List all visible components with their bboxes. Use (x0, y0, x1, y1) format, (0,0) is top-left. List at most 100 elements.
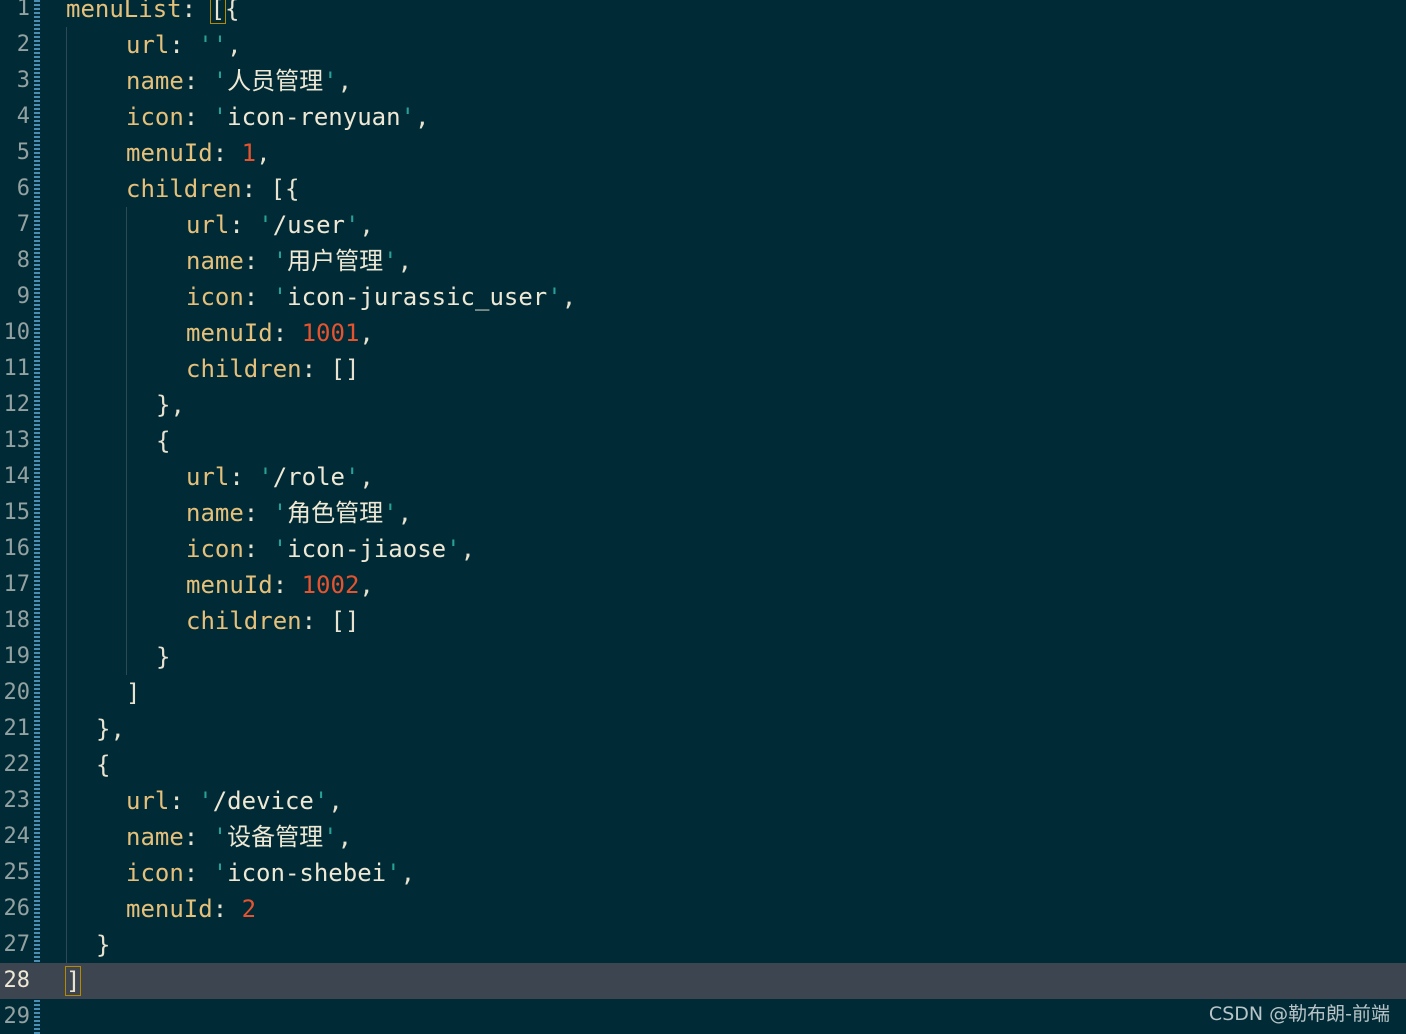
code-line[interactable]: 4 icon: 'icon-renyuan', (0, 99, 1406, 135)
punctuation: : (243, 499, 273, 527)
code-line[interactable]: 6 children: [{ (0, 171, 1406, 207)
property-key: url (126, 787, 170, 815)
code-line[interactable]: 3 name: '人员管理', (0, 63, 1406, 99)
string-value: /user (272, 211, 345, 239)
punctuation: : (272, 571, 302, 599)
code-line[interactable]: 16 icon: 'icon-jiaose', (0, 531, 1406, 567)
line-code: icon: 'icon-renyuan', (126, 99, 429, 135)
punctuation: : [] (301, 607, 360, 635)
line-number: 23 (3, 788, 31, 813)
line-code: url: '', (126, 27, 242, 63)
line-code: menuId: 1002, (186, 567, 374, 603)
property-key: menuId (186, 571, 273, 599)
code-line[interactable]: 19} (0, 639, 1406, 675)
string-quote: ' (313, 787, 329, 815)
code-line[interactable]: 9 icon: 'icon-jurassic_user', (0, 279, 1406, 315)
punctuation: : [{ (241, 175, 300, 203)
punctuation: , (397, 247, 413, 275)
string-quote: ' (547, 283, 562, 311)
line-code: url: '/user', (186, 207, 374, 243)
punctuation: }, (96, 715, 125, 743)
punctuation: { (96, 751, 111, 779)
code-line[interactable]: 21}, (0, 711, 1406, 747)
string-value: /device (212, 787, 314, 815)
line-number: 16 (3, 536, 31, 561)
punctuation: : (229, 463, 259, 491)
line-code: ] (126, 675, 140, 711)
matched-bracket: ] (64, 966, 82, 996)
number-literal: 1002 (301, 571, 360, 599)
string-quote: ' (383, 247, 398, 275)
code-line[interactable]: 26 menuId: 2 (0, 891, 1406, 927)
code-line[interactable]: 13 { (0, 423, 1406, 459)
code-line[interactable]: 25 icon: 'icon-shebei', (0, 855, 1406, 891)
property-key: icon (126, 859, 184, 887)
string-quote: ' (212, 103, 228, 131)
code-line[interactable]: 1 menuList: [{ (0, 0, 1406, 27)
property-key: url (186, 463, 230, 491)
code-line[interactable]: 28] (0, 963, 1406, 999)
string-value: /role (272, 463, 345, 491)
string-value: icon-renyuan (227, 103, 401, 131)
punctuation: { (224, 0, 240, 23)
code-line[interactable]: 12}, (0, 387, 1406, 423)
punctuation: : (183, 103, 213, 131)
line-code: icon: 'icon-jurassic_user', (186, 279, 576, 315)
code-line[interactable]: 23 url: '/device', (0, 783, 1406, 819)
line-number: 24 (3, 824, 31, 849)
code-line[interactable]: 20] (0, 675, 1406, 711)
punctuation: , (397, 499, 413, 527)
code-line[interactable]: 29 (0, 999, 1406, 1034)
string-quote: ' (344, 463, 360, 491)
line-number: 9 (16, 284, 30, 309)
string-quote: ' (400, 103, 415, 131)
line-number: 25 (3, 860, 31, 885)
property-key: url (126, 31, 170, 59)
property-key: url (186, 211, 230, 239)
code-line[interactable]: 15 name: '角色管理', (0, 495, 1406, 531)
code-line[interactable]: 7 url: '/user', (0, 207, 1406, 243)
code-line[interactable]: 14 url: '/role', (0, 459, 1406, 495)
line-number: 6 (16, 176, 30, 201)
property-key: name (186, 247, 244, 275)
line-number: 5 (16, 140, 30, 165)
line-code: children: [{ (126, 171, 299, 207)
string-quote: ' (258, 211, 273, 239)
string-quote: ' (258, 463, 273, 491)
line-number: 18 (3, 608, 31, 633)
punctuation: : (169, 787, 199, 815)
punctuation: : (183, 67, 213, 95)
string-value: 人员管理 (227, 67, 324, 95)
line-code: ] (64, 963, 82, 999)
code-line[interactable]: 18 children: [] (0, 603, 1406, 639)
string-value: 用户管理 (287, 247, 384, 275)
punctuation: } (156, 643, 171, 671)
code-line[interactable]: 10 menuId: 1001, (0, 315, 1406, 351)
line-number: 29 (3, 1004, 31, 1029)
line-number: 27 (3, 932, 31, 957)
line-code: children: [] (186, 603, 359, 639)
string-value: 角色管理 (287, 499, 384, 527)
punctuation: : (243, 247, 273, 275)
punctuation: : (181, 0, 211, 23)
indent-guide (126, 207, 127, 675)
code-line[interactable]: 5 menuId: 1, (0, 135, 1406, 171)
punctuation: , (337, 67, 353, 95)
line-code: name: '设备管理', (126, 819, 352, 855)
code-line[interactable]: 8 name: '用户管理', (0, 243, 1406, 279)
code-line[interactable]: 22 { (0, 747, 1406, 783)
code-line[interactable]: 24 name: '设备管理', (0, 819, 1406, 855)
string-quote: ' (323, 823, 338, 851)
line-code: menuList: [{ (66, 0, 239, 27)
code-editor[interactable]: 1 menuList: [{2 url: '', 3 name: '人员管理', 4 ico… (0, 0, 1406, 1034)
indent-guide (66, 27, 67, 963)
string-quote: ' (446, 535, 461, 563)
line-code: { (96, 747, 110, 783)
code-line[interactable]: 2 url: '', (0, 27, 1406, 63)
code-line[interactable]: 17 menuId: 1002, (0, 567, 1406, 603)
line-code: name: '人员管理', (126, 63, 352, 99)
code-line[interactable]: 27} (0, 927, 1406, 963)
code-line[interactable]: 11 children: [] (0, 351, 1406, 387)
punctuation: : (183, 823, 213, 851)
line-code: icon: 'icon-shebei', (126, 855, 415, 891)
